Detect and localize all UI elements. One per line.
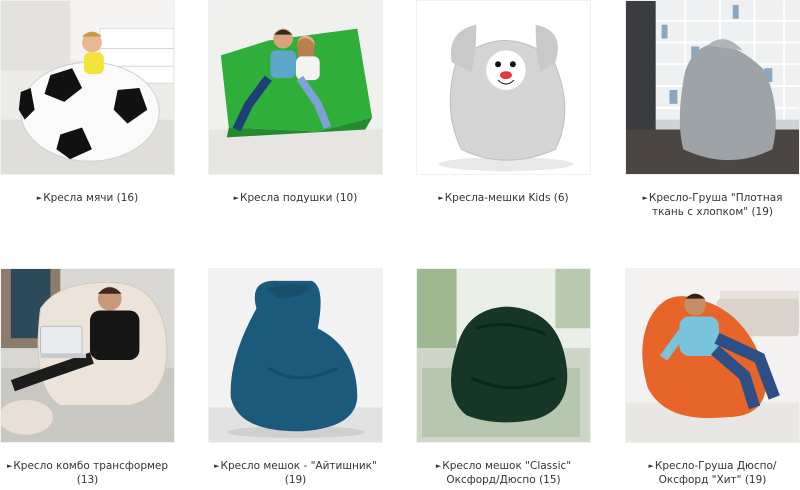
arrow-right-icon: ►	[648, 462, 654, 470]
category-image-combo[interactable]	[0, 268, 175, 443]
arrow-right-icon: ►	[233, 194, 240, 202]
category-caption-kids[interactable]: ►Кресла-мешки Kids (6)	[416, 191, 591, 205]
arrow-right-icon: ►	[435, 462, 442, 470]
category-card-grey-pear[interactable]: ►Кресло-Груша "Плотная ткань с хлопком" …	[625, 0, 800, 219]
category-image-classic[interactable]	[416, 268, 591, 443]
category-image-grey-pear[interactable]	[625, 0, 800, 175]
arrow-right-icon: ►	[36, 194, 43, 202]
category-grid: ►Кресла мячи (16) ►Кресла подушки (10) ►…	[0, 0, 800, 490]
category-card-pillows[interactable]: ►Кресла подушки (10)	[208, 0, 383, 205]
category-image-balls[interactable]	[0, 0, 175, 175]
category-caption-grey-pear[interactable]: ►Кресло-Груша "Плотная ткань с хлопком" …	[625, 191, 800, 219]
category-caption-it[interactable]: ►Кресло мешок - "Айтишник" (19)	[208, 459, 383, 487]
category-caption-combo[interactable]: ►Кресло комбо трансформер (13)	[0, 459, 175, 487]
category-caption-hit[interactable]: ►Кресло-Груша Дюспо/Оксфорд "Хит" (19)	[625, 459, 800, 487]
category-image-kids[interactable]	[416, 0, 591, 175]
category-caption-classic[interactable]: ►Кресло мешок "Classic" Оксфорд/Дюспо (1…	[416, 459, 591, 487]
category-card-kids[interactable]: ►Кресла-мешки Kids (6)	[416, 0, 591, 205]
category-card-it[interactable]: ►Кресло мешок - "Айтишник" (19)	[208, 268, 383, 487]
category-card-balls[interactable]: ►Кресла мячи (16)	[0, 0, 175, 205]
category-card-classic[interactable]: ►Кресло мешок "Classic" Оксфорд/Дюспо (1…	[416, 268, 591, 487]
category-card-combo[interactable]: ►Кресло комбо трансформер (13)	[0, 268, 175, 487]
category-card-hit[interactable]: ►Кресло-Груша Дюспо/Оксфорд "Хит" (19)	[625, 268, 800, 487]
category-image-hit[interactable]	[625, 268, 800, 443]
arrow-right-icon: ►	[438, 194, 444, 202]
arrow-right-icon: ►	[214, 462, 220, 470]
arrow-right-icon: ►	[642, 194, 648, 202]
category-image-pillows[interactable]	[208, 0, 383, 175]
category-caption-pillows[interactable]: ►Кресла подушки (10)	[208, 191, 383, 205]
category-image-it[interactable]	[208, 268, 383, 443]
category-caption-balls[interactable]: ►Кресла мячи (16)	[0, 191, 175, 205]
arrow-right-icon: ►	[6, 462, 13, 470]
